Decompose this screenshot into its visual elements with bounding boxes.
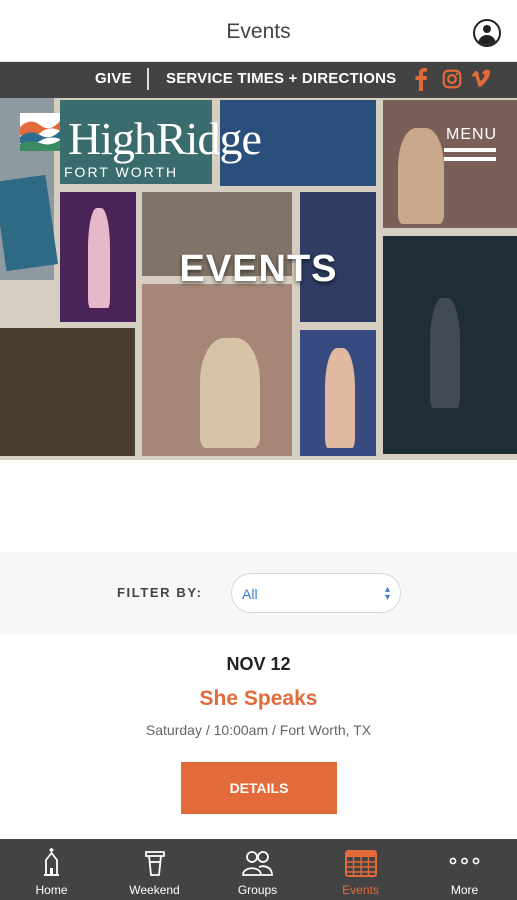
group-icon [242, 851, 273, 876]
facebook-icon[interactable] [414, 67, 428, 91]
tab-label: Events [342, 883, 379, 897]
photo-tile [0, 328, 135, 456]
tab-more[interactable]: More [412, 839, 517, 900]
person-figure [430, 298, 460, 408]
podium-icon [145, 851, 165, 876]
site-nav: GIVE SERVICE TIMES + DIRECTIONS [0, 62, 517, 98]
church-icon [44, 848, 59, 876]
filter-selected-value: All [242, 586, 258, 602]
event-name[interactable]: She Speaks [0, 687, 517, 711]
filter-bar: FILTER BY: All ▴ ▾ [0, 552, 517, 634]
tab-events[interactable]: Events [309, 839, 412, 900]
menu-label[interactable]: MENU [446, 126, 497, 144]
bottom-tab-bar: Home Weekend Groups Events More [0, 839, 517, 900]
chevron-up-down-icon: ▴ ▾ [384, 584, 390, 603]
tab-label: Home [35, 883, 68, 897]
app-bar: Events [0, 0, 517, 62]
hamburger-menu-icon[interactable] [444, 148, 496, 166]
give-link[interactable]: GIVE [95, 70, 132, 87]
tab-label: Weekend [129, 883, 180, 897]
profile-icon[interactable] [473, 19, 501, 47]
brand-city: FORT WORTH [64, 164, 179, 180]
event-date: NOV 12 [226, 654, 291, 674]
person-figure [325, 348, 355, 448]
vimeo-icon[interactable] [470, 67, 492, 91]
filter-select[interactable]: All ▴ ▾ [231, 573, 401, 613]
service-times-link[interactable]: SERVICE TIMES + DIRECTIONS [166, 70, 396, 87]
calendar-icon [345, 850, 377, 877]
tab-home[interactable]: Home [0, 839, 103, 900]
details-button[interactable]: DETAILS [181, 762, 337, 814]
person-figure [398, 128, 444, 224]
tab-label: More [450, 883, 479, 897]
more-icon [449, 857, 480, 865]
page-title: Events [226, 20, 291, 43]
event-meta: Saturday / 10:00am / Fort Worth, TX [145, 722, 372, 738]
hero-banner: HighRidge FORT WORTH MENU EVENTS [0, 98, 517, 460]
brand-name: HighRidge [68, 113, 262, 164]
tab-weekend[interactable]: Weekend [103, 839, 206, 900]
tab-groups[interactable]: Groups [206, 839, 309, 900]
hero-title: EVENTS [179, 248, 338, 290]
filter-label: FILTER BY: [117, 585, 203, 600]
highridge-logo-icon [20, 113, 60, 151]
nav-divider [147, 68, 149, 90]
person-figure [200, 338, 260, 448]
instagram-icon[interactable] [441, 67, 463, 91]
tab-label: Groups [237, 883, 278, 897]
